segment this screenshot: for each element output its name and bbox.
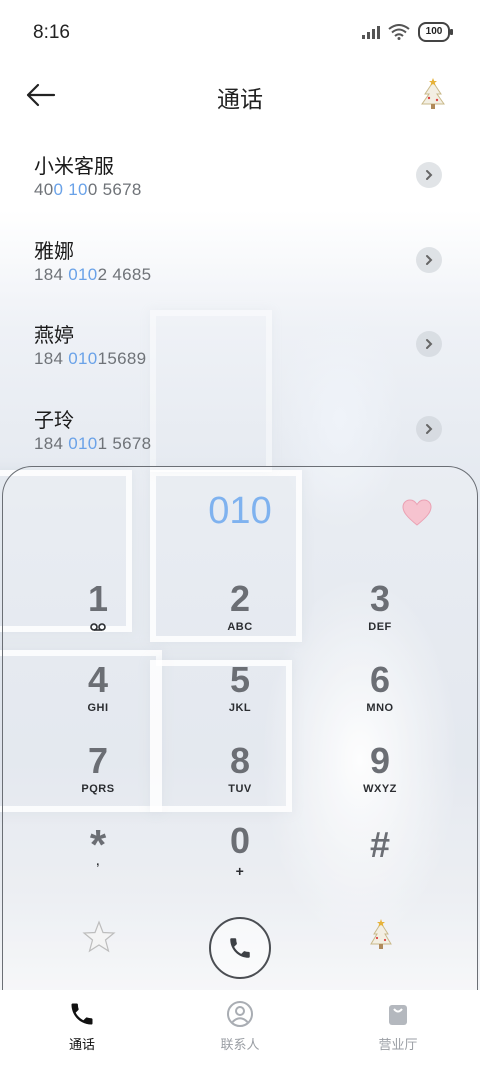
voicemail-icon bbox=[90, 623, 106, 631]
dial-key-3[interactable]: 3 DEF bbox=[320, 580, 440, 656]
contact-row[interactable]: 小米客服 400 100 5678 bbox=[0, 140, 480, 220]
wifi-icon bbox=[388, 24, 410, 40]
dial-key-1[interactable]: 1 bbox=[38, 580, 158, 656]
chevron-right-icon bbox=[426, 424, 433, 434]
contact-detail-button[interactable] bbox=[416, 162, 442, 188]
dial-key-6[interactable]: 6 MNO bbox=[320, 661, 440, 737]
dial-key-star[interactable]: *, bbox=[38, 824, 158, 902]
clock: 8:16 bbox=[33, 22, 70, 43]
dial-key-0[interactable]: 0 + bbox=[180, 822, 300, 898]
contact-detail-button[interactable] bbox=[416, 247, 442, 273]
contact-name: 燕婷 bbox=[34, 325, 74, 347]
dial-key-hash[interactable]: # bbox=[320, 826, 440, 902]
christmas-tree-icon[interactable] bbox=[366, 918, 396, 954]
tab-label: 营业厅 bbox=[378, 1037, 418, 1052]
status-icons: 100 bbox=[362, 22, 453, 42]
tab-service-hall[interactable]: 营业厅 bbox=[338, 1000, 458, 1053]
star-icon[interactable] bbox=[82, 920, 116, 954]
chevron-right-icon bbox=[426, 339, 433, 349]
contact-row[interactable]: 燕婷 184 01015689 bbox=[0, 309, 480, 389]
contact-detail-button[interactable] bbox=[416, 416, 442, 442]
contact-row[interactable]: 子玲 184 0101 5678 bbox=[0, 394, 480, 474]
chevron-right-icon bbox=[426, 255, 433, 265]
chevron-right-icon bbox=[426, 170, 433, 180]
christmas-tree-icon[interactable] bbox=[416, 76, 450, 116]
contact-detail-button[interactable] bbox=[416, 331, 442, 357]
phone-icon bbox=[230, 938, 250, 958]
dial-key-4[interactable]: 4 GHI bbox=[38, 661, 158, 737]
contact-name: 雅娜 bbox=[34, 241, 74, 263]
contact-number: 400 100 5678 bbox=[34, 180, 142, 199]
contact-person-icon bbox=[227, 1001, 253, 1027]
bottom-tab-bar: 通话 联系人 营业厅 bbox=[0, 990, 480, 1067]
contact-row[interactable]: 雅娜 184 0102 4685 bbox=[0, 225, 480, 305]
dial-key-5[interactable]: 5 JKL bbox=[180, 661, 300, 737]
tab-label: 联系人 bbox=[220, 1037, 260, 1052]
header: 通话 bbox=[0, 66, 480, 126]
phone-icon bbox=[71, 1003, 93, 1025]
contact-number: 184 0102 4685 bbox=[34, 265, 152, 284]
page-title: 通话 bbox=[217, 86, 263, 112]
call-button[interactable] bbox=[209, 917, 271, 979]
battery-icon: 100 bbox=[418, 22, 453, 42]
contact-name: 小米客服 bbox=[34, 156, 114, 178]
signal-icon bbox=[362, 26, 380, 39]
shopping-bag-icon bbox=[389, 1005, 407, 1025]
contact-number: 184 01015689 bbox=[34, 349, 147, 368]
tab-contacts[interactable]: 联系人 bbox=[180, 1000, 300, 1053]
status-bar: 8:16 100 bbox=[0, 0, 480, 66]
contact-name: 子玲 bbox=[34, 410, 74, 432]
tab-calls[interactable]: 通话 bbox=[22, 1000, 142, 1053]
dial-key-7[interactable]: 7 PQRS bbox=[38, 742, 158, 818]
contact-number: 184 0101 5678 bbox=[34, 434, 152, 453]
heart-icon[interactable] bbox=[402, 499, 432, 527]
dial-key-2[interactable]: 2 ABC bbox=[180, 580, 300, 656]
dial-key-9[interactable]: 9 WXYZ bbox=[320, 742, 440, 818]
battery-level: 100 bbox=[425, 26, 443, 37]
dial-key-8[interactable]: 8 TUV bbox=[180, 742, 300, 818]
tab-label: 通话 bbox=[68, 1037, 95, 1052]
